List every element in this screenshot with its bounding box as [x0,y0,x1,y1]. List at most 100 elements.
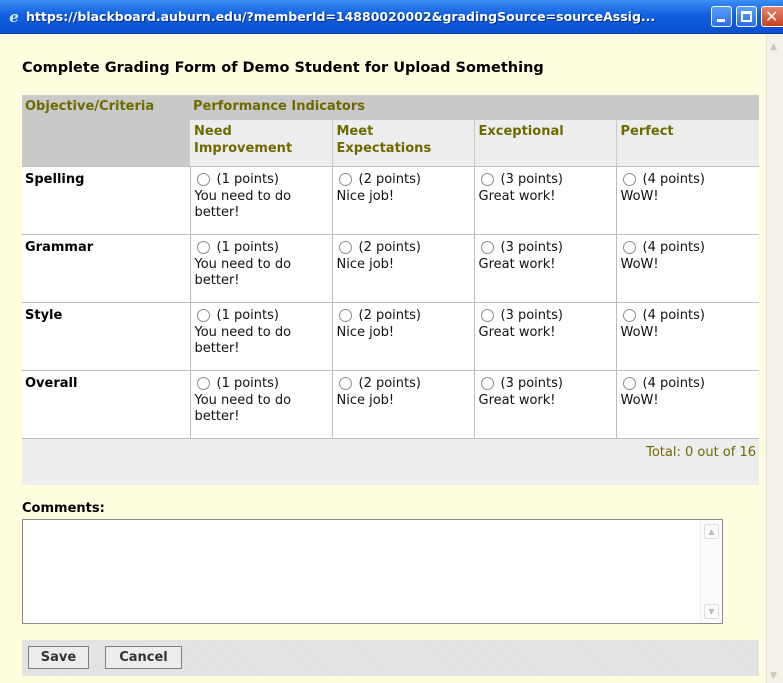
rubric-cell[interactable]: (1 points) You need to do better! [190,301,333,370]
feedback-text: WoW! [620,324,659,340]
rubric-cell[interactable]: (3 points) Great work! [474,165,617,234]
score-option[interactable]: (1 points) [195,172,328,188]
level-header-meet-expectations: Meet Expectations [332,120,475,166]
cancel-button[interactable]: Cancel [105,646,182,669]
comments-textarea[interactable] [22,519,723,624]
feedback-text: You need to do better! [194,392,292,424]
level-header-perfect: Perfect [616,120,759,166]
score-option[interactable]: (4 points) [621,376,756,392]
points-label: (3 points) [500,307,563,323]
criterion-name: Grammar [22,233,191,302]
score-option[interactable]: (1 points) [195,308,328,324]
comments-scroll-down-icon[interactable]: ▼ [704,604,719,619]
score-option[interactable]: (2 points) [337,376,470,392]
score-radio-button[interactable] [622,377,636,390]
maximize-icon [741,11,752,22]
rubric-cell[interactable]: (2 points) Nice job! [332,233,475,302]
score-radio-button[interactable] [338,173,352,186]
feedback-text: Great work! [478,256,556,272]
feedback-text: You need to do better! [194,188,292,220]
window-scrollbar[interactable]: ▲ ▼ [766,34,783,683]
rubric-cell[interactable]: (2 points) Nice job! [332,301,475,370]
score-radio-button[interactable] [622,173,636,186]
rubric-cell[interactable]: (4 points) WoW! [616,301,759,370]
feedback-text: You need to do better! [194,256,292,288]
score-radio-button[interactable] [196,173,210,186]
score-radio-button[interactable] [196,377,210,390]
criterion-row-spelling: Spelling (1 points) You need to do better!… [22,165,759,234]
feedback-text: Nice job! [336,324,395,340]
feedback-text: Great work! [478,324,556,340]
total-cell: Total: 0 out of 16 [22,437,759,485]
points-label: (1 points) [216,171,279,187]
score-radio-button[interactable] [480,173,494,186]
score-option[interactable]: (3 points) [479,240,612,256]
close-button[interactable]: ✕ [761,6,783,27]
score-option[interactable]: (3 points) [479,172,612,188]
score-option[interactable]: (1 points) [195,240,328,256]
score-radio-button[interactable] [338,241,352,254]
points-label: (2 points) [358,171,421,187]
score-option[interactable]: (4 points) [621,172,756,188]
rubric-cell[interactable]: (4 points) WoW! [616,233,759,302]
page-title: Complete Grading Form of Demo Student fo… [22,60,544,76]
criterion-row-overall: Overall (1 points) You need to do better!(… [22,369,759,438]
score-option[interactable]: (1 points) [195,376,328,392]
score-radio-button[interactable] [338,377,352,390]
criterion-name: Spelling [22,165,191,234]
score-radio-button[interactable] [196,309,210,322]
total-row: Total: 0 out of 16 [22,437,759,485]
button-bar: Save Cancel [22,640,759,676]
save-button[interactable]: Save [28,646,89,669]
close-icon: ✕ [765,7,779,26]
feedback-text: Great work! [478,392,556,408]
objective-criteria-header: Objective/Criteria [22,95,190,166]
rubric-cell[interactable]: (3 points) Great work! [474,301,617,370]
rubric-cell[interactable]: (3 points) Great work! [474,233,617,302]
score-option[interactable]: (2 points) [337,240,470,256]
performance-indicators-header: Performance Indicators [190,95,759,120]
feedback-text: You need to do better! [194,324,292,356]
points-label: (3 points) [500,375,563,391]
feedback-text: Nice job! [336,392,395,408]
rubric-cell[interactable]: (4 points) WoW! [616,369,759,438]
score-radio-button[interactable] [196,241,210,254]
feedback-text: WoW! [620,188,659,204]
score-option[interactable]: (2 points) [337,172,470,188]
rubric-cell[interactable]: (2 points) Nice job! [332,369,475,438]
minimize-button[interactable] [711,6,732,27]
comments-scroll-up-icon[interactable]: ▲ [704,524,719,539]
score-option[interactable]: (4 points) [621,308,756,324]
window-title-bar[interactable]: e https://blackboard.auburn.edu/?memberI… [0,0,783,34]
rubric-cell[interactable]: (1 points) You need to do better! [190,233,333,302]
score-radio-button[interactable] [480,309,494,322]
points-label: (2 points) [358,307,421,323]
score-radio-button[interactable] [622,241,636,254]
score-option[interactable]: (4 points) [621,240,756,256]
rubric-cell[interactable]: (2 points) Nice job! [332,165,475,234]
points-label: (1 points) [216,375,279,391]
level-header-need-improvement: Need Improvement [190,120,333,166]
rubric-cell[interactable]: (1 points) You need to do better! [190,165,333,234]
rubric-cell[interactable]: (1 points) You need to do better! [190,369,333,438]
criterion-name: Overall [22,369,191,438]
maximize-button[interactable] [736,6,757,27]
score-radio-button[interactable] [338,309,352,322]
score-radio-button[interactable] [480,241,494,254]
score-radio-button[interactable] [622,309,636,322]
points-label: (3 points) [500,239,563,255]
scroll-down-arrow-icon[interactable]: ▼ [770,671,777,681]
rubric-cell[interactable]: (3 points) Great work! [474,369,617,438]
points-label: (4 points) [642,375,705,391]
rubric-cell[interactable]: (4 points) WoW! [616,165,759,234]
points-label: (4 points) [642,171,705,187]
score-radio-button[interactable] [480,377,494,390]
score-option[interactable]: (2 points) [337,308,470,324]
points-label: (1 points) [216,239,279,255]
feedback-text: Nice job! [336,188,395,204]
score-option[interactable]: (3 points) [479,308,612,324]
score-option[interactable]: (3 points) [479,376,612,392]
scroll-up-arrow-icon[interactable]: ▲ [770,42,777,52]
comments-scrollbar[interactable]: ▲ ▼ [700,520,722,623]
grading-rubric-table: Objective/Criteria Performance Indicator… [22,95,759,485]
